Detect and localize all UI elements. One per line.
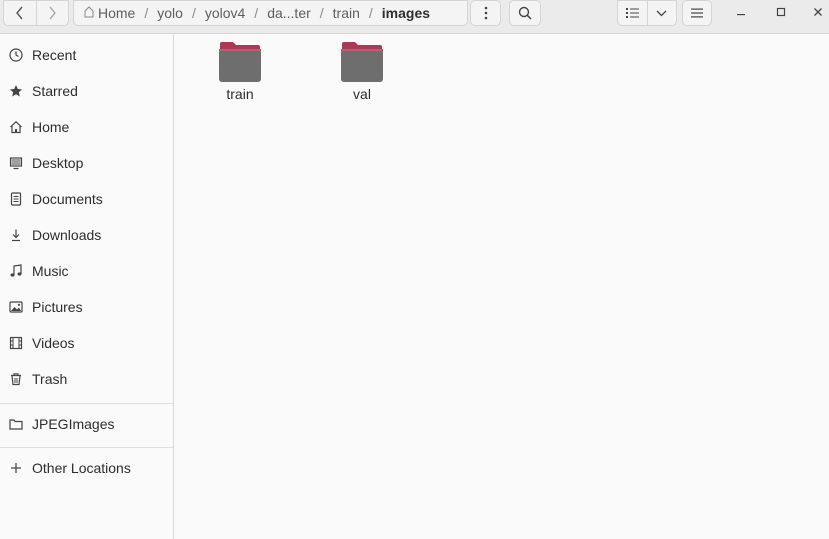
sidebar-item-label: Music	[32, 263, 69, 279]
document-icon	[8, 191, 24, 207]
path-menu-button[interactable]	[470, 0, 501, 26]
sidebar-item-label: Pictures	[32, 299, 83, 315]
minimize-icon	[737, 14, 745, 16]
sidebar-divider	[0, 403, 173, 404]
sidebar-item-downloads[interactable]: Downloads	[0, 220, 173, 250]
home-icon	[8, 119, 24, 135]
breadcrumb-yolo[interactable]: yolo	[157, 5, 183, 21]
star-icon	[8, 83, 24, 99]
header-bar: Home / yolo / yolov4 / da...ter / train …	[0, 0, 829, 34]
close-icon	[814, 8, 822, 16]
sidebar-item-label: Starred	[32, 83, 78, 99]
sidebar-item-home[interactable]: Home	[0, 112, 173, 142]
sidebar-item-recent[interactable]: Recent	[0, 40, 173, 70]
sidebar-item-documents[interactable]: Documents	[0, 184, 173, 214]
sidebar: Recent Starred Home Desktop Documents Do…	[0, 34, 174, 539]
breadcrumb-separator: /	[191, 5, 196, 21]
sidebar-item-music[interactable]: Music	[0, 256, 173, 286]
sidebar-divider	[0, 447, 173, 448]
sidebar-item-jpegimages[interactable]: JPEGImages	[0, 409, 173, 439]
maximize-button[interactable]	[771, 4, 791, 20]
file-name: val	[353, 86, 371, 102]
hamburger-menu-icon	[691, 8, 703, 18]
sidebar-item-label: Desktop	[32, 155, 84, 171]
breadcrumb-images[interactable]: images	[382, 5, 430, 21]
sidebar-item-label: Documents	[32, 191, 103, 207]
chevron-left-icon	[15, 6, 23, 20]
search-icon	[518, 6, 532, 20]
breadcrumb-separator: /	[254, 5, 259, 21]
file-view: train val	[175, 34, 829, 539]
sidebar-item-desktop[interactable]: Desktop	[0, 148, 173, 178]
close-button[interactable]	[808, 4, 828, 20]
sidebar-item-label: Other Locations	[32, 460, 131, 476]
breadcrumb-separator: /	[319, 5, 324, 21]
sidebar-item-starred[interactable]: Starred	[0, 76, 173, 106]
search-button[interactable]	[509, 0, 541, 26]
folder-icon	[341, 42, 383, 82]
download-icon	[8, 227, 24, 243]
sidebar-item-label: Recent	[32, 47, 77, 63]
forward-button[interactable]	[35, 1, 69, 25]
folder-item-val[interactable]: val	[317, 41, 407, 102]
music-icon	[8, 263, 24, 279]
breadcrumb: Home / yolo / yolov4 / da...ter / train …	[73, 0, 468, 26]
folder-icon	[219, 42, 261, 82]
folder-item-train[interactable]: train	[195, 41, 285, 102]
main-menu-button[interactable]	[682, 0, 712, 26]
maximize-icon	[776, 7, 786, 17]
view-options-button[interactable]	[646, 1, 677, 25]
clock-icon	[8, 47, 24, 63]
breadcrumb-home[interactable]: Home	[98, 5, 135, 21]
chevron-right-icon	[49, 6, 57, 20]
home-icon	[84, 5, 94, 21]
back-button[interactable]	[4, 1, 36, 25]
breadcrumb-separator: /	[368, 5, 373, 21]
file-name: train	[226, 86, 254, 102]
folder-icon	[8, 416, 24, 432]
sidebar-item-label: Videos	[32, 335, 75, 351]
sidebar-item-videos[interactable]: Videos	[0, 328, 173, 358]
breadcrumb-train[interactable]: train	[333, 5, 360, 21]
sidebar-item-label: Trash	[32, 371, 68, 387]
list-view-icon	[625, 8, 639, 18]
trash-icon	[8, 371, 24, 387]
sidebar-item-label: Home	[32, 119, 70, 135]
chevron-down-icon	[656, 10, 667, 17]
picture-icon	[8, 299, 24, 315]
sidebar-item-label: JPEGImages	[32, 416, 115, 432]
view-toggle-group	[617, 0, 677, 26]
sidebar-item-trash[interactable]: Trash	[0, 364, 173, 394]
desktop-icon	[8, 155, 24, 171]
list-view-button[interactable]	[618, 1, 647, 25]
more-vertical-icon	[484, 6, 487, 20]
video-icon	[8, 335, 24, 351]
sidebar-item-pictures[interactable]: Pictures	[0, 292, 173, 322]
breadcrumb-dataset[interactable]: da...ter	[267, 5, 311, 21]
minimize-button[interactable]	[731, 4, 751, 20]
breadcrumb-separator: /	[144, 5, 149, 21]
navigation-buttons	[3, 0, 69, 26]
breadcrumb-yolov4[interactable]: yolov4	[205, 5, 245, 21]
sidebar-item-label: Downloads	[32, 227, 102, 243]
plus-icon	[8, 460, 24, 476]
sidebar-item-other-locations[interactable]: Other Locations	[0, 453, 173, 483]
